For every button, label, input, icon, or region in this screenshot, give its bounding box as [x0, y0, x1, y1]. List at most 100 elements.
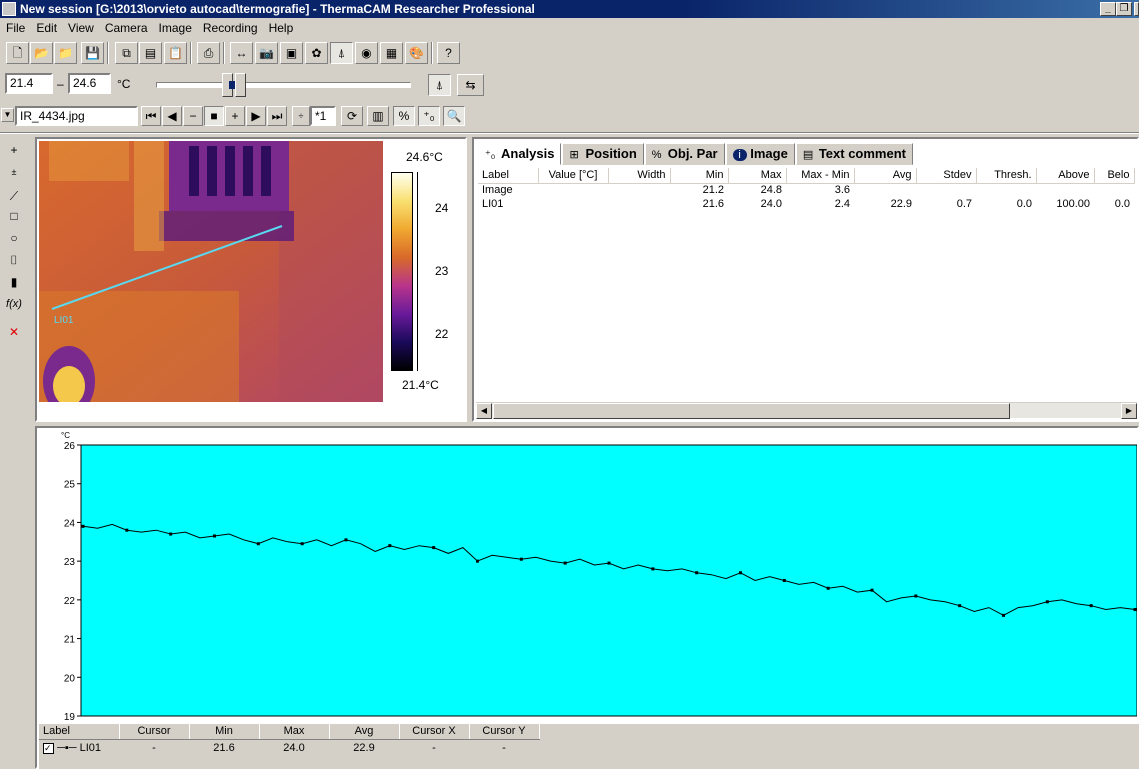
paste-icon[interactable]: 📋: [164, 42, 187, 64]
dropdown-arrow-icon[interactable]: ▼: [1, 108, 14, 122]
help-icon[interactable]: ?: [437, 42, 460, 64]
thermal-image[interactable]: LI01: [39, 141, 383, 402]
open-icon[interactable]: 📂: [30, 42, 53, 64]
profile-legend: Label Cursor Min Max Avg Cursor X Cursor…: [39, 724, 1139, 769]
palette-flower-icon[interactable]: ✿: [305, 42, 328, 64]
horizontal-scrollbar[interactable]: ◀ ▶: [476, 402, 1137, 419]
menu-edit[interactable]: Edit: [30, 18, 62, 35]
col-stdev[interactable]: Stdev: [916, 168, 977, 184]
tab-obj-par[interactable]: % Obj. Par: [644, 143, 725, 165]
new-icon[interactable]: 🗋: [6, 42, 29, 64]
close-button[interactable]: [1134, 2, 1139, 16]
table-row[interactable]: Image 21.2 24.8 3.6: [478, 183, 1134, 197]
color-palette-icon[interactable]: 🎨: [405, 42, 428, 64]
formula-tool-icon[interactable]: f(x): [3, 294, 25, 314]
spin-icon[interactable]: ÷: [292, 106, 310, 126]
record-settings-icon[interactable]: ▦: [380, 42, 403, 64]
last-frame-icon[interactable]: ⏭: [267, 106, 287, 126]
menu-help[interactable]: Help: [263, 18, 299, 35]
table-row[interactable]: LI01 21.6 24.0 2.4 22.9 0.7 0.0 100.00 0.0: [478, 197, 1134, 211]
col-value[interactable]: Value [°C]: [538, 168, 609, 184]
series-point: [125, 528, 129, 532]
y-tick-label: 20: [64, 673, 76, 684]
menu-image[interactable]: Image: [153, 18, 197, 35]
next-frame-icon[interactable]: ▶: [246, 106, 266, 126]
col-below[interactable]: Belo: [1094, 168, 1135, 184]
range-slider-max-thumb[interactable]: [235, 73, 246, 97]
polygon-tool-icon[interactable]: ⌷: [3, 250, 25, 270]
zoom-field[interactable]: *1: [310, 106, 336, 126]
col-max[interactable]: Max: [728, 168, 787, 184]
menu-recording[interactable]: Recording: [197, 18, 263, 35]
scroll-thumb[interactable]: [493, 403, 1010, 419]
series-point: [739, 571, 742, 575]
first-frame-icon[interactable]: ⏮: [141, 106, 161, 126]
delete-tool-icon[interactable]: ✕: [3, 322, 25, 342]
menu-view[interactable]: View: [62, 18, 99, 35]
stop-icon[interactable]: ■: [204, 106, 224, 126]
tab-image[interactable]: i Image: [725, 143, 795, 165]
camera-icon[interactable]: 📷: [255, 42, 278, 64]
copy-image-icon[interactable]: ▤: [139, 42, 162, 64]
menu-file[interactable]: File: [0, 18, 30, 35]
legend-col-avg[interactable]: Avg: [329, 724, 400, 740]
plus-icon[interactable]: +: [225, 106, 245, 126]
legend-col-cursor[interactable]: Cursor: [119, 724, 190, 740]
isotherm-tool-icon[interactable]: ▮: [3, 272, 25, 292]
legend-col-label[interactable]: Label: [39, 724, 120, 740]
fit-icon[interactable]: ↔: [230, 42, 253, 64]
zoom-icon[interactable]: 🔍: [443, 106, 465, 126]
prev-frame-icon[interactable]: ◀: [162, 106, 182, 126]
minimize-button[interactable]: _: [1100, 2, 1116, 16]
legend-col-min[interactable]: Min: [189, 724, 260, 740]
scroll-right-icon[interactable]: ▶: [1121, 403, 1137, 419]
box-tool-icon[interactable]: □: [3, 206, 25, 226]
legend-col-max[interactable]: Max: [259, 724, 330, 740]
line-tool-icon[interactable]: ⟋: [3, 186, 25, 206]
menu-camera[interactable]: Camera: [99, 18, 153, 35]
text-comment-icon: ▤: [802, 149, 814, 161]
print-icon[interactable]: ⎙: [197, 42, 220, 64]
range-min-input[interactable]: 21.4: [5, 73, 53, 94]
color-scale-bar[interactable]: [391, 172, 413, 371]
scale-axis-line: [417, 172, 418, 371]
col-min[interactable]: Min: [670, 168, 729, 184]
checkbox-checked-icon[interactable]: ✓: [43, 742, 54, 754]
tab-text-comment[interactable]: ▤ Text comment: [795, 143, 913, 165]
range-slider-track[interactable]: [156, 82, 411, 88]
legend-col-cursor-x[interactable]: Cursor X: [399, 724, 470, 740]
circle-tool-icon[interactable]: ○: [3, 228, 25, 248]
open-images-icon[interactable]: 📁: [54, 42, 77, 64]
col-thresh[interactable]: Thresh.: [976, 168, 1037, 184]
col-label[interactable]: Label: [478, 168, 539, 184]
col-avg[interactable]: Avg: [854, 168, 917, 184]
refresh-icon[interactable]: ⟳: [341, 106, 363, 126]
tab-analysis[interactable]: ⁺₀ Analysis: [478, 143, 562, 165]
spot-tool-icon[interactable]: +: [3, 140, 25, 160]
analysis-icon[interactable]: ⁺₀: [418, 106, 440, 126]
swap-icon[interactable]: ⇆: [457, 74, 484, 96]
scale-top-label: 24.6°C: [406, 150, 443, 164]
isotherm-icon[interactable]: ▥: [367, 106, 389, 126]
col-above[interactable]: Above: [1036, 168, 1095, 184]
scroll-left-icon[interactable]: ◀: [476, 403, 492, 419]
spot-value-icon[interactable]: ±: [3, 162, 25, 182]
minus-icon[interactable]: −: [183, 106, 203, 126]
range-max-input[interactable]: 24.6: [68, 73, 111, 94]
series-point: [1002, 613, 1005, 617]
legend-row[interactable]: ✓ ─▪─ LI01 - 21.6 24.0 22.9 - -: [39, 739, 539, 757]
percent-icon[interactable]: %: [393, 106, 415, 126]
save-icon[interactable]: 💾: [81, 42, 104, 64]
legend-col-cursor-y[interactable]: Cursor Y: [469, 724, 540, 740]
auto-range-icon[interactable]: ⍋: [428, 74, 451, 96]
image-view-icon[interactable]: ▣: [280, 42, 303, 64]
file-name-field[interactable]: IR_4434.jpg: [15, 106, 138, 126]
maximize-button[interactable]: ❐: [1116, 2, 1132, 16]
profile-chart[interactable]: °C 26 25 24 23 22 21 20 19: [37, 428, 1137, 720]
col-maxmin[interactable]: Max - Min: [786, 168, 855, 184]
col-width[interactable]: Width: [608, 168, 671, 184]
auto-adjust-icon[interactable]: ⍋: [330, 42, 353, 64]
copy-icon[interactable]: ⧉: [115, 42, 138, 64]
movie-icon[interactable]: ◉: [355, 42, 378, 64]
tab-position[interactable]: ⊞ Position: [562, 143, 644, 165]
